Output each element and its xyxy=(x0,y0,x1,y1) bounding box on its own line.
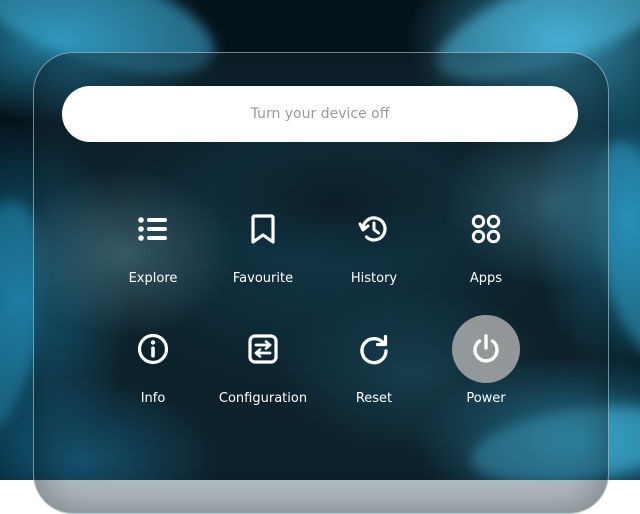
menu-item-label: Configuration xyxy=(218,391,308,406)
menu-item-label: Favourite xyxy=(232,271,294,286)
history-icon xyxy=(358,216,387,242)
menu-item-info[interactable]: Info xyxy=(98,315,208,415)
menu-item-label: Info xyxy=(140,391,166,406)
menu-item-label: History xyxy=(350,271,398,286)
menu-item-label: Power xyxy=(466,391,506,406)
menu-item-history[interactable]: History xyxy=(319,195,429,295)
info-icon-wrap xyxy=(119,315,187,383)
menu-item-label: Apps xyxy=(469,271,503,286)
history-icon-wrap xyxy=(340,195,408,263)
prompt-text: Turn your device off xyxy=(250,106,390,122)
menu-item-reset[interactable]: Reset xyxy=(319,315,429,415)
menu-item-configuration[interactable]: Configuration xyxy=(208,315,318,415)
list-icon xyxy=(138,217,167,241)
explore-icon-wrap xyxy=(119,195,187,263)
apps-icon-wrap xyxy=(452,195,520,263)
bookmark-icon xyxy=(251,214,275,244)
configuration-icon xyxy=(248,334,278,364)
reset-icon-wrap xyxy=(340,315,408,383)
menu-item-explore[interactable]: Explore xyxy=(98,195,208,295)
menu-item-label: Explore xyxy=(128,271,178,286)
reset-icon xyxy=(360,334,388,365)
power-icon xyxy=(473,334,499,363)
info-icon xyxy=(137,333,169,365)
menu-item-apps[interactable]: Apps xyxy=(431,195,541,295)
configuration-icon-wrap xyxy=(229,315,297,383)
favourite-icon-wrap xyxy=(229,195,297,263)
menu-item-label: Reset xyxy=(355,391,393,406)
apps-icon xyxy=(471,214,501,244)
power-icon-wrap xyxy=(452,315,520,383)
prompt-bar: Turn your device off xyxy=(62,86,578,142)
menu-item-favourite[interactable]: Favourite xyxy=(208,195,318,295)
menu-item-power[interactable]: Power xyxy=(431,315,541,415)
